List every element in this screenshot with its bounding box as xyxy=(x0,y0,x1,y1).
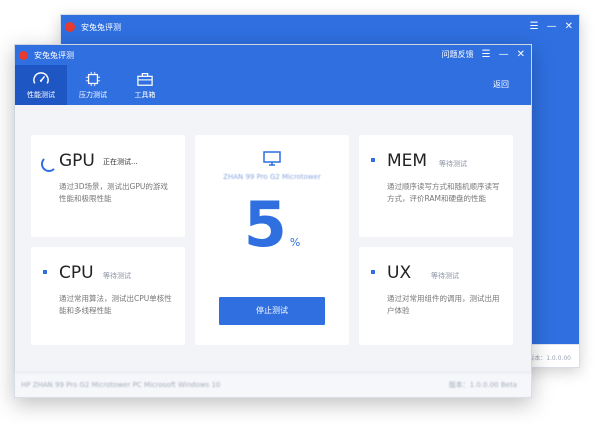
gauge-icon xyxy=(33,71,49,84)
progress-unit: % xyxy=(289,236,301,249)
status-bar: HP ZHAN 99 Pro G2 Microtower PC Microsof… xyxy=(15,372,531,397)
background-window-controls: ☰ — ✕ xyxy=(530,21,573,32)
gpu-card: GPU 正在测试... 通过3D场景，测试出GPU的游戏性能和极限性能 xyxy=(31,135,185,237)
tab-toolbox[interactable]: 工具箱 xyxy=(119,65,171,105)
background-titlebar: 安兔兔评测 xyxy=(61,15,579,39)
loading-spinner-icon xyxy=(41,156,57,172)
minimize-icon[interactable]: — xyxy=(547,21,557,32)
gpu-description: 通过3D场景，测试出GPU的游戏性能和极限性能 xyxy=(59,182,168,203)
ux-description: 通过对常用组件的调用，测试出用户体验 xyxy=(387,294,500,315)
progress-value: 5 xyxy=(243,188,287,261)
cpu-title: CPU xyxy=(59,263,94,283)
tab-toolbox-label: 工具箱 xyxy=(134,90,156,99)
cpu-status: 等待测试 xyxy=(103,272,131,280)
menu-icon[interactable]: ☰ xyxy=(530,21,539,32)
main-window: 安兔兔评测 问题反馈 ☰ — ✕ 性能测试 压力测试 工具箱 返回 GPU 正在… xyxy=(14,44,532,398)
background-version: 版本：1.0.0.00 xyxy=(528,355,571,362)
mem-title: MEM xyxy=(387,151,428,171)
close-icon[interactable]: ✕ xyxy=(517,49,525,60)
pending-bullet-icon xyxy=(371,270,375,274)
mem-card: MEM 等待测试 通过顺序读写方式和随机顺序读写方式，评价RAM和硬盘的性能 xyxy=(359,135,513,237)
cpu-card: CPU 等待测试 通过常用算法，测试出CPU单核性能和多线程性能 xyxy=(31,247,185,345)
mem-description: 通过顺序读写方式和随机顺序读写方式，评价RAM和硬盘的性能 xyxy=(387,182,500,203)
monitor-icon xyxy=(263,151,281,166)
progress-card: ZHAN 99 Pro G2 Microtower 5% 停止测试 xyxy=(195,135,349,345)
gpu-status: 正在测试... xyxy=(103,158,138,166)
minimize-icon[interactable]: — xyxy=(499,49,509,60)
chip-icon xyxy=(85,71,101,86)
back-link[interactable]: 返回 xyxy=(493,79,509,90)
tab-performance-test[interactable]: 性能测试 xyxy=(15,65,67,105)
pending-bullet-icon xyxy=(43,270,47,274)
ux-title: UX xyxy=(387,263,412,283)
tab-stress-test[interactable]: 压力测试 xyxy=(67,65,119,105)
mem-status: 等待测试 xyxy=(439,160,467,168)
benchmark-panel: GPU 正在测试... 通过3D场景，测试出GPU的游戏性能和极限性能 CPU … xyxy=(15,105,531,373)
close-icon[interactable]: ✕ xyxy=(565,21,573,32)
tab-stress-test-label: 压力测试 xyxy=(79,90,107,99)
toolbox-icon xyxy=(137,72,153,86)
main-nav: 性能测试 压力测试 工具箱 xyxy=(15,65,171,105)
pending-bullet-icon xyxy=(371,158,375,162)
cpu-description: 通过常用算法，测试出CPU单核性能和多线程性能 xyxy=(59,294,172,315)
background-window-title: 安兔兔评测 xyxy=(81,22,121,32)
app-logo-icon xyxy=(19,50,28,60)
stop-test-button[interactable]: 停止测试 xyxy=(219,297,325,325)
gpu-title: GPU xyxy=(59,151,95,171)
window-title: 安兔兔评测 xyxy=(34,50,74,60)
window-controls: 问题反馈 ☰ — ✕ xyxy=(442,49,525,60)
header: 安兔兔评测 问题反馈 ☰ — ✕ 性能测试 压力测试 工具箱 返回 xyxy=(15,45,531,105)
app-logo-icon xyxy=(65,22,75,32)
ux-status: 等待测试 xyxy=(431,272,459,280)
device-info: HP ZHAN 99 Pro G2 Microtower PC Microsof… xyxy=(21,381,221,389)
feedback-link[interactable]: 问题反馈 xyxy=(442,49,474,60)
menu-icon[interactable]: ☰ xyxy=(482,49,491,60)
ux-card: UX 等待测试 通过对常用组件的调用，测试出用户体验 xyxy=(359,247,513,345)
machine-name: ZHAN 99 Pro G2 Microtower xyxy=(223,173,321,181)
progress-readout: 5% xyxy=(195,185,349,265)
version-info: 版本：1.0.0.00 Beta xyxy=(448,381,517,389)
tab-performance-test-label: 性能测试 xyxy=(27,90,55,99)
